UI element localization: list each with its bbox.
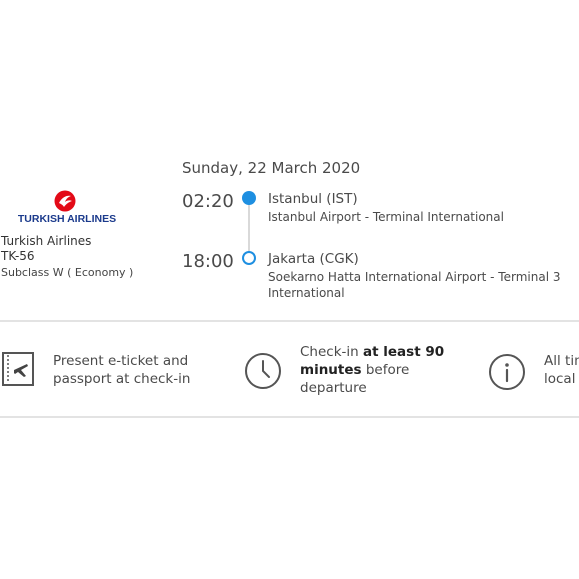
timeline-connector xyxy=(248,204,250,254)
travel-info-bar: Present e-ticket and passport at check-i… xyxy=(0,322,579,416)
airline-logo-text: TURKISH AIRLINES xyxy=(17,213,117,225)
local-times-info: All tim local xyxy=(0,322,579,416)
flight-segment: Sunday, 22 March 2020 TURKISH AIRLINES T… xyxy=(0,0,579,320)
info-icon xyxy=(489,354,525,390)
departure-airport: Istanbul Airport - Terminal Internationa… xyxy=(268,210,504,224)
airline-name: Turkish Airlines xyxy=(1,234,92,248)
departure-dot-icon xyxy=(242,191,256,205)
turkish-airlines-logo-icon xyxy=(54,190,76,212)
divider-bottom xyxy=(0,416,579,418)
flight-date: Sunday, 22 March 2020 xyxy=(182,159,361,177)
departure-city: Istanbul (IST) xyxy=(268,191,358,207)
arrival-dot-icon xyxy=(242,251,256,265)
arrival-time: 18:00 xyxy=(182,251,234,272)
arrival-city: Jakarta (CGK) xyxy=(268,251,359,267)
local-times-text: All tim local xyxy=(544,352,579,388)
local-times-line2: local xyxy=(544,371,576,387)
flight-number: TK-56 xyxy=(1,249,35,263)
local-times-line1: All tim xyxy=(544,353,579,369)
departure-time: 02:20 xyxy=(182,191,234,212)
arrival-airport: Soekarno Hatta International Airport - T… xyxy=(268,270,561,300)
airline-logo: TURKISH AIRLINES xyxy=(14,190,120,226)
fare-subclass: Subclass W ( Economy ) xyxy=(1,266,134,279)
